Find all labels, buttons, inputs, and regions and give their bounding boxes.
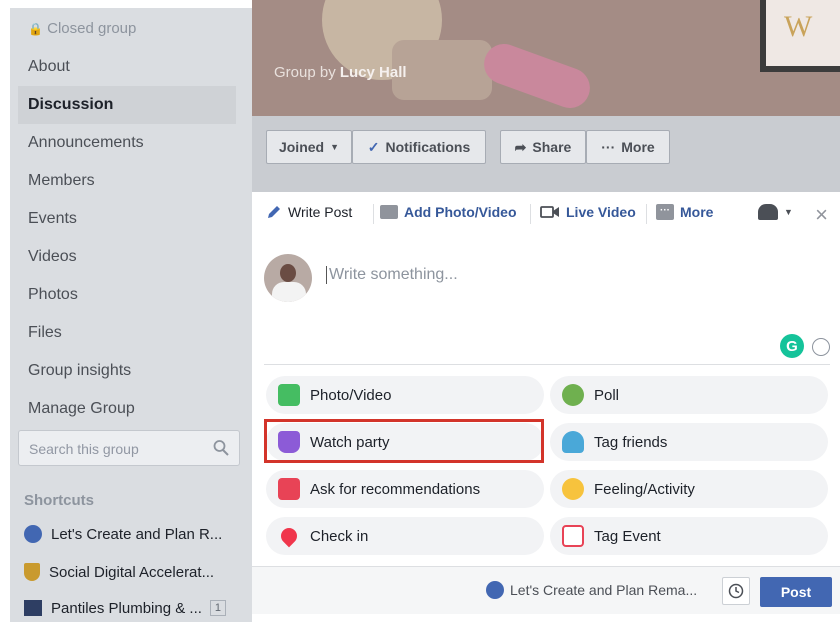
search-placeholder: Search this group	[29, 441, 139, 457]
ellipsis-icon: ···	[601, 139, 616, 155]
photo-icon	[278, 384, 300, 406]
share-arrow-icon: ➦	[514, 138, 527, 155]
caret-down-icon: ▼	[330, 142, 340, 152]
nav-about[interactable]: About	[18, 48, 236, 86]
nav-members[interactable]: Members	[18, 162, 236, 200]
group-cover-photo: W Group by Lucy Hall	[252, 0, 840, 116]
tab-more[interactable]: ··· More	[656, 204, 713, 220]
shortcut-item[interactable]: Social Digital Accelerat...	[24, 560, 214, 584]
poll-icon	[562, 384, 584, 406]
group-nav: About Discussion Announcements Members E…	[18, 48, 236, 428]
search-group-input[interactable]: Search this group	[18, 430, 240, 466]
trophy-icon	[24, 563, 40, 581]
schedule-button[interactable]	[722, 577, 750, 605]
post-text-input[interactable]: Write something...	[326, 266, 458, 284]
tab-add-photo-video[interactable]: Add Photo/Video	[380, 204, 517, 220]
post-button[interactable]: Post	[760, 577, 832, 607]
nav-photos[interactable]: Photos	[18, 276, 236, 314]
recommendations-icon	[278, 478, 300, 500]
clock-icon	[728, 583, 744, 599]
ellipsis-box-icon: ···	[656, 204, 674, 220]
checkmark-icon: ✓	[367, 138, 380, 155]
option-check-in[interactable]: Check in	[266, 517, 544, 555]
emoji-icon[interactable]	[812, 338, 830, 356]
group-action-bar: Joined ▼ ✓ Notifications ➦ Share ··· Mor…	[252, 116, 840, 192]
video-camera-icon	[540, 206, 559, 218]
audience-selector[interactable]: ▼	[758, 204, 793, 220]
grammarly-icon[interactable]: G	[780, 334, 804, 358]
option-photo-video[interactable]: Photo/Video	[266, 376, 544, 414]
watch-party-highlight	[264, 419, 544, 463]
photo-tab-icon	[380, 205, 398, 219]
user-avatar	[264, 254, 312, 302]
profile-avatar-icon	[758, 204, 778, 220]
group-sidebar: 🔒 Closed group About Discussion Announce…	[10, 8, 252, 622]
option-feeling-activity[interactable]: Feeling/Activity	[550, 470, 828, 508]
group-icon	[24, 525, 42, 543]
nav-discussion[interactable]: Discussion	[18, 86, 236, 124]
group-icon	[486, 581, 504, 599]
composer-tabs: Write Post Add Photo/Video Live Video ··…	[252, 192, 840, 236]
joined-button[interactable]: Joined ▼	[266, 130, 352, 164]
owner-link[interactable]: Lucy Hall	[340, 64, 407, 81]
tag-friends-icon	[562, 431, 584, 453]
notification-badge: 1	[209, 600, 227, 616]
event-icon	[562, 525, 584, 547]
nav-videos[interactable]: Videos	[18, 238, 236, 276]
nav-files[interactable]: Files	[18, 314, 236, 352]
tab-live-video[interactable]: Live Video	[540, 204, 636, 220]
nav-manage-group[interactable]: Manage Group	[18, 390, 236, 428]
tab-write-post[interactable]: Write Post	[266, 204, 352, 220]
post-composer: Write Post Add Photo/Video Live Video ··…	[252, 192, 840, 614]
nav-group-insights[interactable]: Group insights	[18, 352, 236, 390]
more-button[interactable]: ··· More	[586, 130, 670, 164]
search-icon[interactable]	[213, 439, 229, 457]
option-tag-friends[interactable]: Tag friends	[550, 423, 828, 461]
option-tag-event[interactable]: Tag Event	[550, 517, 828, 555]
feeling-icon	[562, 478, 584, 500]
posting-audience[interactable]: Let's Create and Plan Rema...	[486, 581, 697, 599]
cover-frame: W	[760, 0, 840, 72]
share-button[interactable]: ➦ Share	[500, 130, 586, 164]
group-owner-text: Group by Lucy Hall	[274, 64, 407, 81]
notifications-button[interactable]: ✓ Notifications	[352, 130, 486, 164]
pencil-icon	[268, 206, 280, 218]
page-icon	[24, 600, 42, 616]
caret-down-icon: ▼	[784, 207, 793, 217]
composer-footer: Let's Create and Plan Rema... Post	[252, 566, 840, 614]
shortcuts-heading: Shortcuts	[24, 492, 95, 509]
option-ask-recommendations[interactable]: Ask for recommendations	[266, 470, 544, 508]
lock-icon: 🔒	[28, 22, 43, 36]
option-poll[interactable]: Poll	[550, 376, 828, 414]
close-icon[interactable]: ×	[815, 202, 828, 228]
nav-events[interactable]: Events	[18, 200, 236, 238]
check-in-icon	[277, 524, 301, 548]
nav-announcements[interactable]: Announcements	[18, 124, 236, 162]
shortcut-item[interactable]: Pantiles Plumbing & ... 1	[24, 596, 227, 620]
shortcut-item[interactable]: Let's Create and Plan R...	[24, 522, 222, 546]
closed-group-label: 🔒 Closed group	[28, 20, 137, 37]
